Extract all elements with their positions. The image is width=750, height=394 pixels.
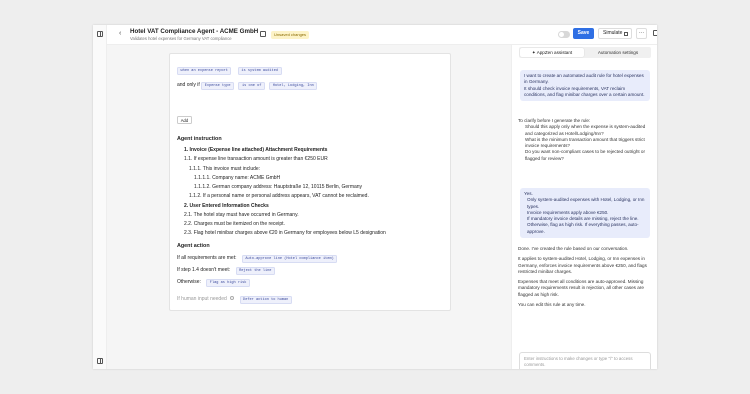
question-list: Should this apply only when the expense … <box>518 124 652 162</box>
human-input-row: If human input needed Defer action to hu… <box>177 296 292 305</box>
rule-editor: when an expense report is system audited… <box>107 45 511 369</box>
action-heading: Agent action <box>177 243 210 249</box>
panel-toggle-icon[interactable] <box>653 30 657 36</box>
message-text: It applies to system-audited Hotel, Lodg… <box>518 256 647 274</box>
assistant-message: To clarify before I generate the rule: S… <box>518 118 652 162</box>
message-text: You can edit this rule at any time. <box>518 302 586 308</box>
assistant-message: Done. I've created the rule based on our… <box>518 246 652 308</box>
save-button[interactable]: Save <box>573 28 594 39</box>
answer-list: Only system-audited expenses with Hotel,… <box>524 197 646 235</box>
info-icon <box>230 296 235 301</box>
condition-row: and only if Expense type is one of Hotel… <box>177 82 318 91</box>
chevron-left-icon[interactable]: ‹ <box>119 30 121 37</box>
left-rail <box>93 25 107 369</box>
message-text: It should check invoice requirements, VA… <box>524 85 645 97</box>
composer-input[interactable]: Enter instructions to make changes or ty… <box>524 356 644 368</box>
page-title: Hotel VAT Compliance Agent - ACME GmbH <box>130 28 259 35</box>
operator-chip[interactable]: is one of <box>238 82 265 91</box>
list-item: Only system-audited expenses with Hotel,… <box>527 197 645 209</box>
action-row: Otherwise: Flag as high risk <box>177 279 250 288</box>
list-item: What is the minimum transaction amount t… <box>525 136 645 149</box>
human-input-chip[interactable]: Defer action to human <box>239 296 292 305</box>
add-condition-button[interactable]: Add <box>177 116 192 124</box>
message-text: I want to create an automated audit rule… <box>524 73 644 85</box>
instruction-line: 1.1.2. If a personal name or personal ad… <box>189 193 369 199</box>
more-button[interactable]: ··· <box>636 28 647 39</box>
edit-icon[interactable] <box>260 31 266 37</box>
instruction-line: 1.1. If expense line transaction amount … <box>184 156 328 162</box>
message-text: Expenses that meet all conditions are au… <box>518 279 644 297</box>
user-message: I want to create an automated audit rule… <box>520 70 650 102</box>
value-chip[interactable]: Hotel, Lodging, Inn <box>269 82 318 91</box>
app-window: ‹ Hotel VAT Compliance Agent - ACME GmbH… <box>93 25 657 369</box>
action-row: If all requirements are met: Auto-approv… <box>177 255 338 264</box>
simulate-button[interactable]: Simulate <box>598 28 632 39</box>
action-chip[interactable]: Flag as high risk <box>206 279 250 288</box>
assistant-panel: ✦ AppZen assistant Automation settings I… <box>511 45 657 369</box>
list-item: Do you want non-compliant cases to be re… <box>525 149 646 161</box>
tab-assistant-label: AppZen assistant <box>536 50 573 55</box>
instruction-line: 2.1. The hotel stay must have occurred i… <box>184 212 299 218</box>
instruction-line: 2. User Entered Information Checks <box>184 203 269 209</box>
sidebar-toggle-icon[interactable] <box>97 31 103 37</box>
unsaved-badge: Unsaved changes <box>271 30 310 39</box>
field-chip[interactable]: Expense type <box>201 82 235 91</box>
instruction-line: 1.1.1.2. German company address: Hauptst… <box>194 184 363 190</box>
simulate-label: Simulate <box>603 30 623 36</box>
sidebar-bottom-icon[interactable] <box>97 358 103 364</box>
panel-tabs: ✦ AppZen assistant Automation settings <box>519 47 651 58</box>
user-message: Yes. Only system-audited expenses with H… <box>520 188 650 239</box>
chat-composer[interactable]: Enter instructions to make changes or ty… <box>519 352 651 369</box>
and-only-if-label: and only if <box>177 82 200 89</box>
instruction-line: 2.2. Charges must be itemized on the rec… <box>184 221 285 227</box>
action-chip[interactable]: Reject the line <box>235 267 275 276</box>
audit-chip[interactable]: is system audited <box>237 67 282 76</box>
instruction-line: 2.3. Flag hotel minibar charges above €2… <box>184 230 386 236</box>
top-header: ‹ Hotel VAT Compliance Agent - ACME GmbH… <box>107 25 657 45</box>
message-text: Done. I've created the rule based on our… <box>518 246 629 251</box>
action-row: If step 1.4 doesn't meet: Reject the lin… <box>177 267 275 276</box>
action-chip[interactable]: Auto-approve line (Hotel compliance item… <box>241 255 338 264</box>
tab-automation-settings[interactable]: Automation settings <box>586 48 650 57</box>
trigger-chip[interactable]: when an expense report <box>177 67 232 76</box>
rule-card: when an expense report is system audited… <box>169 53 451 311</box>
page-subtitle: Validates hotel expenses for Germany VAT… <box>130 36 232 41</box>
list-item: Should this apply only when the expense … <box>525 124 646 136</box>
trigger-row: when an expense report is system audited <box>177 67 282 76</box>
tab-appzen-assistant[interactable]: ✦ AppZen assistant <box>520 48 584 57</box>
external-link-icon <box>624 32 628 36</box>
human-input-label: If human input needed <box>177 296 227 303</box>
instruction-line: 1.1.1.1. Company name: ACME GmbH <box>194 175 281 181</box>
list-item: If mandatory invoice details are missing… <box>527 216 639 234</box>
instruction-line: 1.1.1. This invoice must include: <box>189 166 261 172</box>
toggle-switch[interactable] <box>558 31 570 38</box>
action-label: Otherwise: <box>177 279 201 286</box>
instruction-heading: Agent instruction <box>177 136 222 142</box>
instruction-line: 1. Invoice (Expense line attached) Attac… <box>184 147 328 153</box>
action-label: If all requirements are met: <box>177 255 237 262</box>
action-label: If step 1.4 doesn't meet: <box>177 267 231 274</box>
